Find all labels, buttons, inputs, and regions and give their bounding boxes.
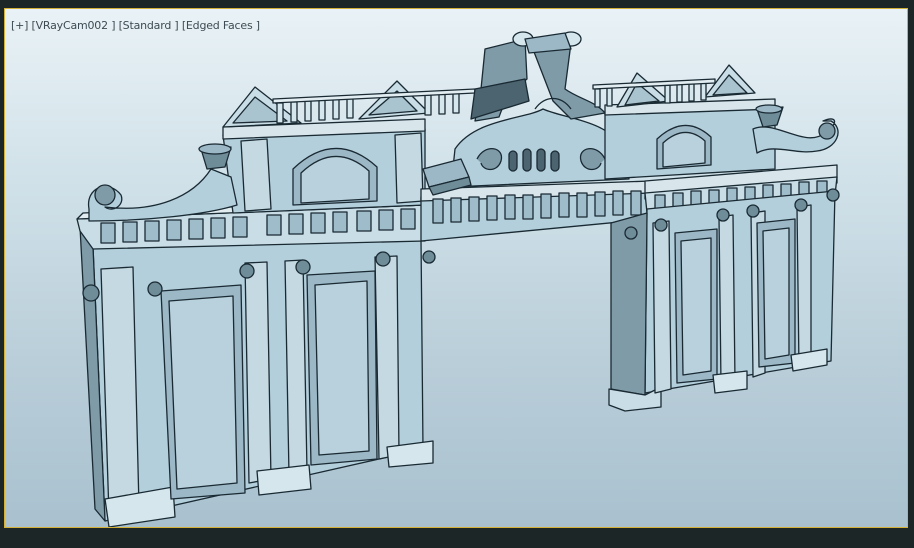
right-upper-attic	[592, 64, 776, 180]
app-frame: [+] [VRayCam002 ] [Standard ] [Edged Fac…	[0, 0, 914, 548]
left-scroll-ornament	[87, 143, 238, 222]
left-wall-section	[76, 198, 436, 527]
status-strip	[0, 528, 914, 548]
camera-viewport[interactable]: [+] [VRayCam002 ] [Standard ] [Edged Fac…	[4, 8, 908, 528]
arch-model[interactable]	[5, 9, 908, 528]
right-scroll-ornament	[752, 104, 839, 154]
